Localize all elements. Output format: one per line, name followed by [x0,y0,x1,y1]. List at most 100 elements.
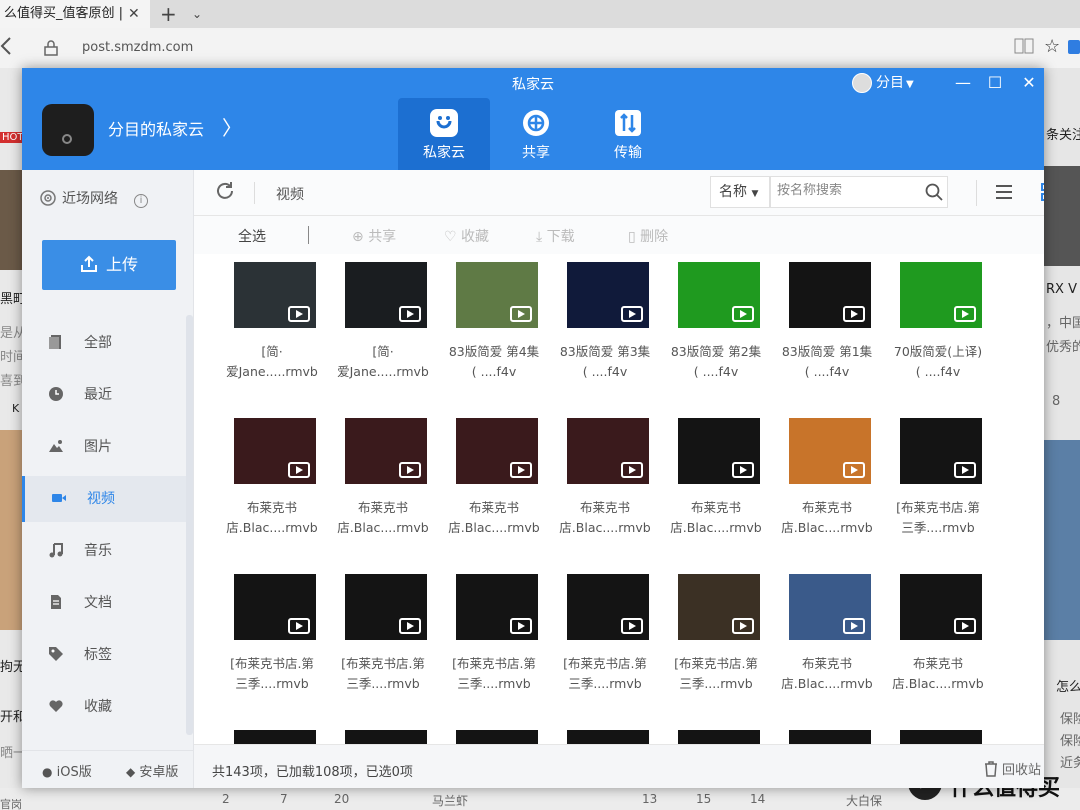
download-button[interactable]: ⤓ 下载 [536,226,575,246]
video-thumbnail[interactable] [900,262,982,328]
maximize-button[interactable]: ☐ [984,72,1006,94]
recycle-bin-button[interactable]: 回收站 [984,759,1041,778]
video-thumbnail[interactable] [789,574,871,640]
video-thumbnail[interactable] [900,418,982,484]
cloud-name[interactable]: 分目的私家云 [108,116,204,140]
video-thumbnail[interactable] [900,574,982,640]
sidebar-item-all[interactable]: 全部 [22,320,186,366]
caret-down-icon: ▼ [906,79,914,90]
info-icon[interactable]: i [134,194,148,208]
list-view-icon[interactable] [994,182,1014,202]
video-thumbnail[interactable] [567,418,649,484]
play-icon [288,618,310,634]
favorite-button[interactable]: ♡ 收藏 [444,226,489,246]
video-thumbnail[interactable] [456,262,538,328]
video-thumbnail[interactable] [345,262,427,328]
sidebar-item-label: 图片 [84,439,112,455]
video-thumbnail[interactable] [678,262,760,328]
tag-icon [49,647,63,661]
background-text: 怎么 [1056,680,1080,695]
play-icon [843,618,865,634]
file-name-line: ( ....f4v [582,364,628,379]
file-name-line: 爱Jane.....rmvb [337,364,429,379]
android-icon: ◆ [126,765,136,779]
video-thumbnail-partial[interactable] [456,730,538,744]
video-thumbnail[interactable] [567,574,649,640]
file-name: [布莱克书店.第 三季....rmvb [549,654,661,694]
play-icon [510,306,532,322]
video-thumbnail[interactable] [567,262,649,328]
sidebar-item-tags[interactable]: 标签 [22,632,186,678]
user-menu[interactable]: 分目 ▼ [852,72,914,94]
video-thumbnail[interactable] [345,418,427,484]
video-thumbnail[interactable] [234,262,316,328]
reading-view-icon[interactable] [1014,38,1034,54]
video-thumbnail-partial[interactable] [567,730,649,744]
video-thumbnail-partial[interactable] [900,730,982,744]
star-count: 15 [696,792,712,806]
nearby-network[interactable]: 近场网络 i [40,188,148,208]
ios-download-link[interactable]: ● iOS版 [42,761,92,780]
video-thumbnail[interactable] [456,418,538,484]
tab-private-cloud[interactable]: 私家云 [398,98,490,170]
background-text: 优秀的 [1046,340,1080,355]
video-thumbnail[interactable] [678,418,760,484]
video-thumbnail[interactable] [789,262,871,328]
search-input[interactable] [777,183,917,198]
browser-tab[interactable]: 么值得买_值客原创 | ✕ [0,0,150,28]
sidebar-item-favorites[interactable]: 收藏 [22,684,186,730]
sidebar-item-documents[interactable]: 文档 [22,580,186,626]
background-text: 8 [1052,394,1061,409]
sort-dropdown[interactable]: 名称 ▼ [710,176,770,208]
video-thumbnail[interactable] [234,418,316,484]
device-icon[interactable] [42,104,94,156]
sidebar-item-images[interactable]: 图片 [22,424,186,470]
private-cloud-window: 私家云 分目 ▼ — ☐ ✕ 分目的私家云 〉 私家云 共享 传输 近场网络 i 上… [22,68,1044,788]
sidebar-item-label: 音乐 [84,543,112,559]
file-name-line: 布莱克书 [801,656,852,671]
tab-transfer[interactable]: 传输 [582,98,674,170]
avatar [852,73,872,93]
extension-icon[interactable] [1068,40,1080,54]
comment-count: 20 [334,792,350,806]
minimize-button[interactable]: — [952,72,974,94]
video-thumbnail[interactable] [234,574,316,640]
video-thumbnail[interactable] [345,574,427,640]
new-tab-icon[interactable]: + [160,0,177,28]
share-button[interactable]: ⊕ 共享 [352,226,396,246]
sidebar-footer: ● iOS版 ◆ 安卓版 [22,750,194,788]
sidebar-item-recent[interactable]: 最近 [22,372,186,418]
video-thumbnail[interactable] [789,418,871,484]
upload-button[interactable]: 上传 [42,240,176,290]
background-text: 条关注 [1046,128,1080,143]
video-thumbnail-partial[interactable] [789,730,871,744]
file-name-line: [布莱克书店.第 [563,656,647,671]
video-thumbnail[interactable] [456,574,538,640]
android-download-link[interactable]: ◆ 安卓版 [126,761,178,780]
url-text[interactable]: post.smzdm.com [82,40,193,55]
file-name-line: [布莱克书店.第 [341,656,425,671]
tab-close-icon[interactable]: ✕ [128,0,140,28]
image-icon [49,440,63,452]
sidebar-item-music[interactable]: 音乐 [22,528,186,574]
file-name-line: 店.Blac....rmvb [448,520,540,535]
delete-button[interactable]: ▯ 删除 [628,226,668,246]
file-name-line: 三季....rmvb [568,676,642,691]
refresh-icon[interactable] [214,180,236,202]
favorite-star-icon[interactable]: ☆ [1044,36,1060,57]
video-thumbnail-partial[interactable] [345,730,427,744]
grid-view-icon[interactable] [1040,182,1044,202]
select-all-button[interactable]: 全选 [238,226,266,246]
background-text: RX V [1046,282,1077,297]
arrow-left-icon[interactable] [0,36,14,56]
video-thumbnail[interactable] [678,574,760,640]
tab-menu-icon[interactable]: ⌄ [192,0,202,28]
video-thumbnail-partial[interactable] [678,730,760,744]
sidebar-item-videos[interactable]: 视频 [22,476,186,522]
tab-share[interactable]: 共享 [490,98,582,170]
sidebar-scrollbar[interactable] [186,315,193,735]
chevron-right-icon[interactable]: 〉 [222,112,242,141]
search-icon[interactable] [925,183,943,201]
close-button[interactable]: ✕ [1018,72,1040,94]
video-thumbnail-partial[interactable] [234,730,316,744]
